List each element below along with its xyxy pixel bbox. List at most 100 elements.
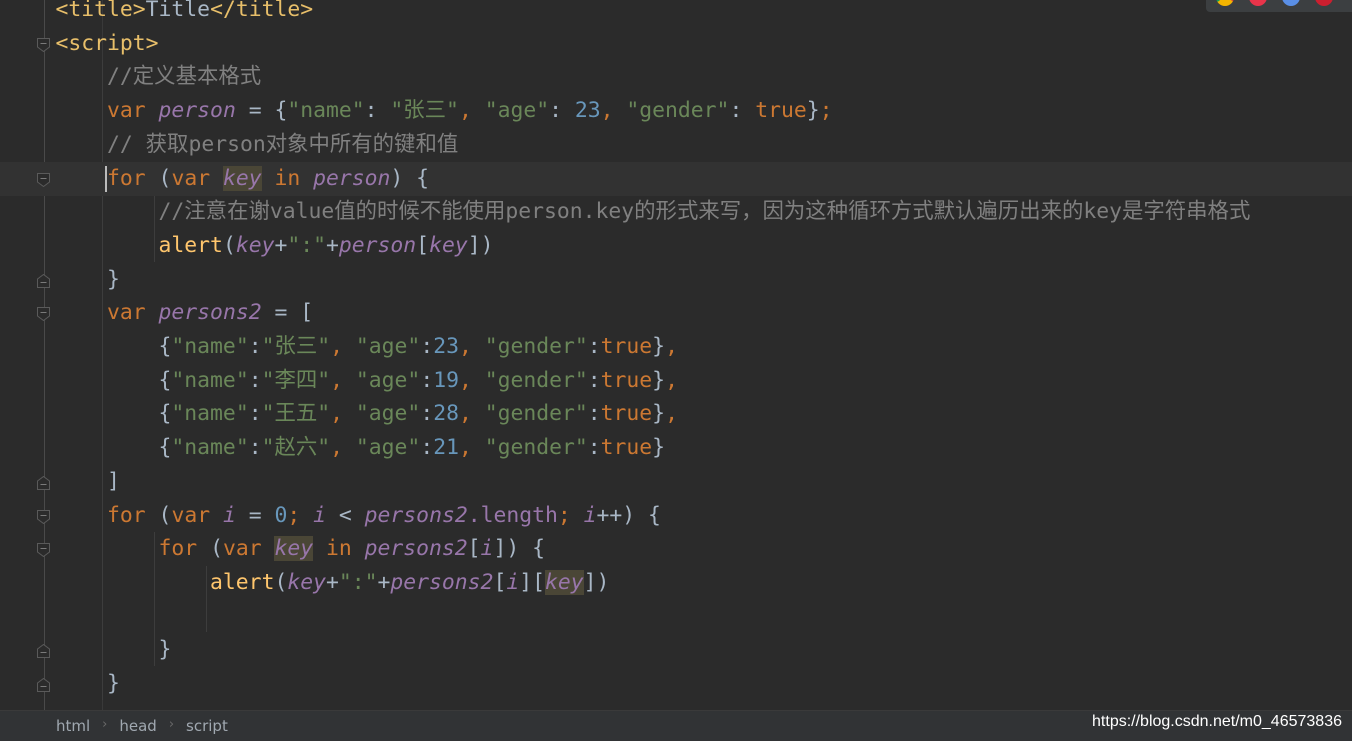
code-line[interactable]: for (var i = 0; i < persons2.length; i++… — [0, 499, 1352, 533]
code-token: persons2 — [364, 536, 468, 562]
code-token: , — [665, 334, 678, 359]
code-text: //定义基本格式 — [4, 60, 261, 94]
fold-collapse-icon[interactable] — [37, 306, 50, 322]
code-token: true — [755, 98, 807, 124]
code-token: 0 — [274, 502, 288, 528]
code-token: } — [4, 671, 120, 696]
code-line[interactable]: {"name":"张三", "age":23, "gender":true}, — [0, 330, 1352, 364]
code-token: , — [330, 367, 356, 393]
code-line[interactable]: for (var key in persons2[i]) { — [0, 532, 1352, 566]
code-token: } — [652, 401, 666, 427]
code-token: , — [665, 401, 678, 427]
code-token: "name" — [171, 435, 249, 461]
code-line[interactable]: //注意在谢value值的时候不能使用person.key的形式来写，因为这种循… — [0, 195, 1352, 229]
fold-collapse-icon[interactable] — [37, 542, 50, 558]
code-line[interactable]: alert(key+":"+person[key]) — [0, 229, 1352, 263]
breadcrumb-html[interactable]: html — [56, 717, 90, 735]
code-token: [ — [467, 536, 481, 562]
code-token: "gender" — [484, 334, 588, 359]
firefox-icon[interactable] — [1249, 0, 1267, 6]
code-token: "age" — [355, 334, 421, 359]
code-token: = { — [235, 98, 288, 124]
code-editor[interactable]: <title>Title</title> <script> //定义基本格式 v… — [0, 0, 1352, 710]
code-token: "张三" — [261, 334, 331, 359]
code-line[interactable]: //定义基本格式 — [0, 60, 1352, 94]
code-token: : — [587, 334, 601, 359]
code-token: ) { — [390, 165, 430, 191]
code-token: key — [287, 569, 326, 595]
chrome-icon[interactable] — [1216, 0, 1234, 6]
code-token: < — [326, 502, 365, 528]
fold-end-icon[interactable] — [37, 643, 50, 659]
code-token: ( — [274, 569, 288, 595]
code-line[interactable]: ] — [0, 465, 1352, 499]
code-token: "赵六" — [261, 435, 331, 461]
code-token: "age" — [484, 98, 550, 124]
code-line[interactable]: for (var key in person) { — [0, 161, 1352, 196]
code-token: true — [600, 367, 653, 393]
code-text: var person = {"name": "张三", "age": 23, "… — [4, 94, 833, 128]
opera-icon[interactable] — [1315, 0, 1333, 6]
code-token: + — [325, 569, 339, 595]
code-token: var — [171, 502, 223, 528]
code-token: { — [4, 334, 172, 359]
code-token: : — [364, 98, 391, 124]
fold-end-icon[interactable] — [37, 273, 50, 288]
code-token: person — [158, 98, 236, 124]
code-line[interactable]: // 获取person对象中所有的键和值 — [0, 128, 1352, 162]
code-line[interactable]: } — [0, 633, 1352, 667]
code-token: ":" — [338, 569, 378, 595]
fold-collapse-icon[interactable] — [37, 37, 50, 52]
code-token: person — [313, 165, 391, 191]
code-token: ] — [4, 468, 120, 494]
code-line[interactable]: <script> — [0, 27, 1352, 61]
code-token: persons2 — [390, 569, 494, 595]
code-token: ; — [557, 502, 584, 528]
code-text: alert(key+":"+persons2[i][key]) — [4, 566, 609, 600]
code-text: {"name":"赵六", "age":21, "gender":true} — [4, 431, 666, 465]
code-token: for — [4, 502, 159, 528]
code-token: key — [235, 232, 275, 258]
code-line[interactable]: alert(key+":"+persons2[i][key]) — [0, 566, 1352, 600]
code-token: { — [4, 367, 172, 393]
code-token: [ — [493, 569, 507, 595]
code-line[interactable]: var person = {"name": "张三", "age": 23, "… — [0, 94, 1352, 128]
code-token: "gender" — [484, 401, 588, 427]
code-text: } — [4, 263, 120, 297]
code-line[interactable]: {"name":"王五", "age":28, "gender":true}, — [0, 397, 1352, 431]
code-token: = [ — [261, 300, 314, 326]
code-token: "name" — [287, 98, 365, 124]
code-token: : — [587, 401, 601, 427]
code-line[interactable]: {"name":"赵六", "age":21, "gender":true} — [0, 431, 1352, 465]
code-line[interactable]: {"name":"李四", "age":19, "gender":true}, — [0, 364, 1352, 398]
code-text: var persons2 = [ — [4, 296, 313, 330]
fold-end-icon[interactable] — [37, 677, 50, 692]
fold-collapse-icon[interactable] — [37, 509, 50, 524]
code-token: ]) — [583, 569, 610, 595]
breadcrumb-script[interactable]: script — [186, 717, 228, 735]
code-line[interactable] — [0, 600, 1352, 634]
chromium-icon[interactable] — [1282, 0, 1300, 6]
code-line[interactable]: } — [0, 263, 1352, 297]
code-text: <title>Title</title> — [4, 0, 314, 27]
code-token: for — [4, 536, 211, 562]
code-token: : — [587, 435, 601, 461]
watermark: https://blog.csdn.net/m0_46573836 — [1092, 713, 1342, 730]
fold-collapse-icon[interactable] — [37, 172, 50, 187]
code-line[interactable]: <title>Title</title> — [0, 0, 1352, 27]
code-line[interactable]: } — [0, 667, 1352, 701]
code-token: "gender" — [626, 98, 730, 124]
code-text: } — [4, 633, 172, 667]
code-text: for (var key in person) { — [4, 162, 429, 196]
code-line[interactable]: var persons2 = [ — [0, 296, 1352, 330]
code-token: ; — [819, 98, 833, 124]
code-token: { — [4, 401, 172, 427]
code-token: in — [261, 165, 314, 191]
code-token: : — [248, 435, 262, 461]
code-token: : — [420, 367, 434, 393]
code-token: , — [330, 435, 356, 461]
browser-preview-popup — [1206, 0, 1352, 12]
breadcrumb-head[interactable]: head — [119, 717, 156, 735]
fold-end-icon[interactable] — [37, 475, 50, 490]
code-token: alert — [4, 232, 223, 258]
